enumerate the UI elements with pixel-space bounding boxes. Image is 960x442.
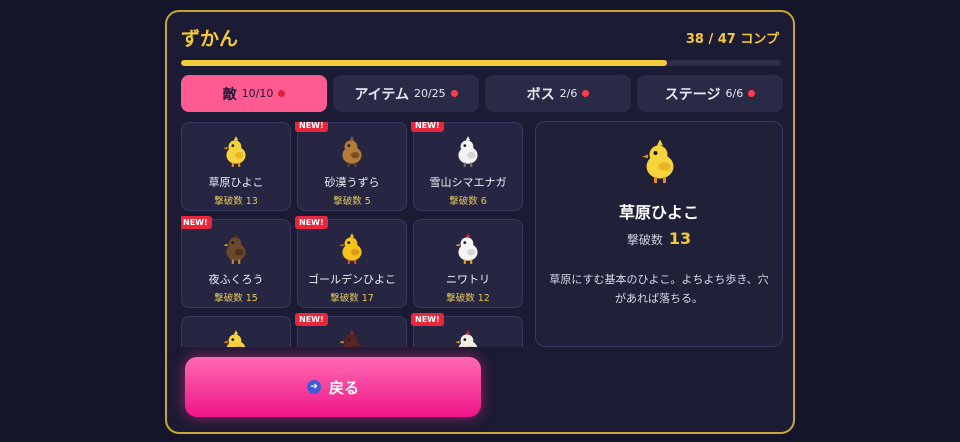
entry-card[interactable]: NEW! [411, 313, 523, 347]
entry-card[interactable]: NEW! 夜ふくろう撃破数 15 [181, 216, 291, 308]
arrow-right-icon: ➜ [306, 380, 321, 394]
detail-kills-label: 撃破数 [626, 233, 663, 247]
tab-label: ステージ [664, 86, 721, 103]
tab-enemies[interactable]: 敵 10/10 [181, 75, 327, 112]
entry-card[interactable]: ニワトリ撃破数 12 [413, 219, 523, 308]
tab-count: 2/6 [559, 87, 578, 100]
category-tabs: 敵 10/10 アイテム 20/25 ボス 2/6 ステージ 6/6 [181, 75, 783, 112]
entry-name: ニワトリ [446, 273, 490, 286]
new-badge: NEW! [411, 313, 444, 326]
back-button-label: 戻る [328, 378, 359, 397]
entry-name: 砂漠うずら [324, 176, 380, 189]
tab-count: 6/6 [725, 87, 744, 100]
new-badge: NEW! [295, 313, 328, 326]
entry-kills: 撃破数 15 [214, 293, 258, 304]
entry-card[interactable]: NEW! 雪山シマエナガ 撃破数 6 [411, 122, 523, 211]
new-dot-icon [278, 90, 286, 97]
golden-chick-icon [339, 233, 362, 264]
new-badge: NEW! [295, 122, 328, 132]
entry-card[interactable]: 草原ひよこ撃破数 13 [181, 122, 291, 211]
tab-label: ボス [526, 86, 555, 103]
detail-kills-value: 13 [668, 229, 692, 248]
yellow-chick-icon [642, 139, 674, 183]
entry-card[interactable] [181, 316, 291, 347]
yellow-chick-icon [223, 136, 246, 167]
chicken-icon [455, 233, 478, 264]
tab-count: 20/25 [413, 87, 446, 100]
tab-count: 10/10 [241, 87, 274, 100]
quail-icon [339, 136, 362, 167]
yellow-chick-icon [223, 330, 246, 347]
dark-bird-icon [339, 330, 362, 347]
entry-card[interactable]: NEW! [295, 313, 407, 347]
encyclopedia-panel: ずかん 38 / 47 コンプ 敵 10/10 アイテム 20/25 ボス 2/… [165, 10, 795, 434]
entry-kills: 撃破数 6 [449, 196, 487, 207]
detail-name: 草原ひよこ [618, 203, 699, 222]
white-bird-icon [455, 136, 478, 167]
entry-card[interactable]: NEW! ゴールデンひよこ 撃破数 17 [295, 216, 407, 308]
new-badge: NEW! [295, 216, 328, 229]
completion-text: 38 / 47 コンプ [685, 32, 779, 47]
detail-panel: 草原ひよこ 撃破数 13 草原にすむ基本のひよこ。よちよち歩き、穴があれば落ちる。 [535, 121, 783, 347]
entry-kills: 撃破数 12 [446, 293, 490, 304]
white-chicken-icon [455, 330, 478, 347]
detail-description: 草原にすむ基本のひよこ。よちよち歩き、穴があれば落ちる。 [549, 273, 769, 305]
completion-progress-bar [181, 60, 781, 66]
new-badge: NEW! [181, 216, 212, 229]
tab-items[interactable]: アイテム 20/25 [333, 75, 479, 112]
entry-kills: 撃破数 17 [330, 293, 374, 304]
entry-name: 夜ふくろう [208, 273, 264, 286]
tab-label: 敵 [222, 86, 237, 103]
new-badge: NEW! [411, 122, 444, 132]
tab-label: アイテム [354, 86, 409, 103]
owl-icon [223, 233, 246, 264]
new-dot-icon [450, 90, 458, 97]
tab-stages[interactable]: ステージ 6/6 [637, 75, 783, 112]
tab-bosses[interactable]: ボス 2/6 [485, 75, 631, 112]
entry-grid-scroll[interactable]: 草原ひよこ 撃破数 13 NEW! 砂漠うずら 撃破数 5 NEW! 雪山シマエナガ 撃破数 … [181, 122, 527, 347]
entry-kills: 撃破数 5 [333, 196, 371, 207]
entry-grid: 草原ひよこ 撃破数 13 NEW! 砂漠うずら 撃破数 5 NEW! 雪山シマエナガ 撃破数 … [181, 122, 527, 347]
new-dot-icon [582, 90, 590, 97]
back-button[interactable]: ➜ 戻る [185, 357, 481, 417]
entry-card[interactable]: NEW! 砂漠うずら撃破数 5 [295, 122, 407, 211]
page-title: ずかん [181, 28, 239, 50]
detail-kills: 撃破数 13 [536, 229, 782, 248]
entry-name: 草原ひよこ [208, 176, 264, 189]
new-dot-icon [748, 90, 756, 97]
entry-kills: 撃破数 13 [214, 196, 258, 207]
completion-progress-fill [181, 60, 667, 66]
entry-name: 雪山シマエナガ [429, 176, 507, 189]
entry-name: ゴールデンひよこ [308, 273, 396, 286]
